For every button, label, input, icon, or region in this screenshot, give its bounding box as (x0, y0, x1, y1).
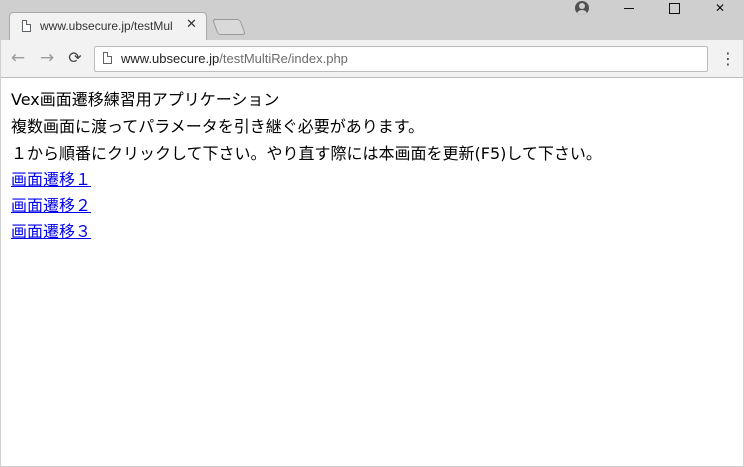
browser-tab[interactable]: www.ubsecure.jp/testMul ✕ (9, 12, 207, 40)
page-icon (22, 20, 31, 32)
link-item: 画面遷移３ (11, 219, 735, 245)
page-info-icon[interactable] (103, 52, 112, 64)
browser-window: www.ubsecure.jp/testMul ✕ ✕ ← → ⟳ www.ub… (0, 0, 744, 467)
tab-strip: www.ubsecure.jp/testMul ✕ ✕ (1, 0, 743, 40)
tab-title: www.ubsecure.jp/testMul (40, 19, 173, 33)
url-text[interactable]: www.ubsecure.jp/testMultiRe/index.php (121, 51, 348, 66)
screen-transition-link-3[interactable]: 画面遷移３ (11, 222, 91, 241)
tab-close-button[interactable]: ✕ (186, 17, 197, 32)
link-item: 画面遷移１ (11, 167, 735, 193)
screen-transition-link-1[interactable]: 画面遷移１ (11, 170, 91, 189)
address-bar[interactable]: www.ubsecure.jp/testMultiRe/index.php (94, 46, 708, 72)
page-description: 複数画面に渡ってパラメータを引き継ぐ必要があります。 (11, 117, 425, 136)
browser-toolbar: ← → ⟳ www.ubsecure.jp/testMultiRe/index.… (1, 40, 743, 78)
link-item: 画面遷移２ (11, 193, 735, 219)
page-instruction: １から順番にクリックして下さい。やり直す際には本画面を更新(F5)して下さい。 (11, 144, 602, 163)
forward-button[interactable]: → (38, 49, 56, 67)
user-profile-icon[interactable] (575, 1, 589, 15)
window-close-button[interactable]: ✕ (697, 0, 743, 16)
maximize-icon (669, 3, 680, 14)
page-heading: Vex画面遷移練習用アプリケーション (11, 90, 280, 109)
reload-button[interactable]: ⟳ (66, 49, 84, 67)
browser-menu-button[interactable]: ⋮ (720, 50, 736, 68)
url-path: /testMultiRe/index.php (219, 51, 348, 66)
screen-transition-link-2[interactable]: 画面遷移２ (11, 196, 91, 215)
url-host: www.ubsecure.jp (121, 51, 220, 66)
back-button[interactable]: ← (9, 49, 27, 67)
minimize-icon (624, 8, 634, 9)
minimize-button[interactable] (605, 0, 651, 16)
maximize-button[interactable] (651, 0, 697, 16)
new-tab-button[interactable] (212, 19, 246, 35)
page-content: Vex画面遷移練習用アプリケーション 複数画面に渡ってパラメータを引き継ぐ必要が… (11, 86, 735, 245)
